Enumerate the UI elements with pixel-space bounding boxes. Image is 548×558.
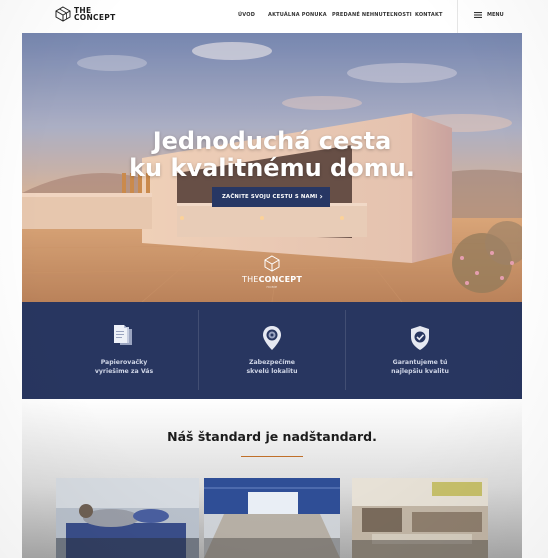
hero-brand-concept: CONCEPT (258, 275, 302, 284)
accent-divider (241, 456, 303, 457)
nav-item-uvod[interactable]: ÚVOD (238, 12, 255, 18)
feature-label-line1: Papierovačky (100, 359, 148, 366)
hamburger-icon (474, 12, 482, 18)
chevron-right-icon: › (319, 192, 323, 201)
site-header: THE CONCEPT ÚVOD AKTUÁLNA PONUKA PREDANÉ… (0, 0, 548, 33)
gallery-photo-kitchen[interactable] (352, 478, 488, 558)
documents-icon (114, 325, 132, 345)
feature-location: Zabezpečíme skvelú lokalitu (192, 302, 352, 399)
menu-button[interactable]: MENU (474, 12, 504, 18)
nav-item-aktualna-ponuka[interactable]: AKTUÁLNA PONUKA (268, 12, 327, 18)
logo-line-concept: CONCEPT (74, 13, 116, 22)
massage-photo-image (56, 478, 199, 558)
feature-label: Papierovačky vyriešime za Vás (44, 358, 204, 376)
feature-quality: Garantujeme tú najlepšiu kvalitu (340, 302, 500, 399)
cta-label: ZAČNITE SVOJU CESTU S NAMI (222, 194, 318, 200)
hero-banner: Jednoduchá cesta ku kvalitnému domu. ZAČ… (22, 33, 522, 302)
hero-brand-logo: THECONCEPT HOME (234, 255, 310, 289)
gallery-photo-massage[interactable] (56, 478, 199, 558)
header-divider (457, 0, 458, 33)
hero-title-line1: Jednoduchá cesta (152, 127, 392, 155)
feature-label: Garantujeme tú najlepšiu kvalitu (340, 358, 500, 376)
interior-photo-image (204, 478, 340, 558)
standard-title: Náš štandard je nadštandard. (167, 429, 377, 444)
standard-section: Náš štandard je nadštandard. (22, 399, 522, 558)
shield-check-icon (411, 326, 429, 350)
nav-item-predane-nehnutelnosti[interactable]: PREDANÉ NEHNUTEĽNOSTI (332, 12, 412, 18)
hero-brand-sub: HOME (266, 285, 278, 289)
site-logo[interactable]: THE CONCEPT (55, 6, 116, 22)
logo-cube-icon (264, 255, 280, 272)
location-pin-icon (263, 326, 281, 350)
logo-text: THE CONCEPT (74, 6, 116, 22)
feature-label-line2: vyriešime za Vás (94, 368, 154, 375)
hero-title-line2: ku kvalitnému domu. (129, 154, 415, 182)
features-band: Papierovačky vyriešime za Vás Zabezpečím… (22, 302, 522, 399)
hero-brand-the: THE (242, 275, 259, 284)
gallery-photo-interior[interactable] (204, 478, 340, 558)
feature-label-line2: najlepšiu kvalitu (391, 368, 449, 375)
nav-item-kontakt[interactable]: KONTAKT (415, 12, 443, 18)
feature-label-line1: Garantujeme tú (392, 359, 448, 366)
feature-label-line2: skvelú lokalitu (246, 368, 298, 375)
feature-label: Zabezpečíme skvelú lokalitu (192, 358, 352, 376)
kitchen-photo-image (352, 478, 488, 558)
feature-documents: Papierovačky vyriešime za Vás (44, 302, 204, 399)
logo-cube-icon (55, 6, 71, 22)
feature-label-line1: Zabezpečíme (249, 359, 295, 366)
cta-button[interactable]: ZAČNITE SVOJU CESTU S NAMI › (212, 187, 330, 207)
menu-label: MENU (487, 12, 504, 18)
hero-brand-name: THECONCEPT (234, 275, 310, 284)
